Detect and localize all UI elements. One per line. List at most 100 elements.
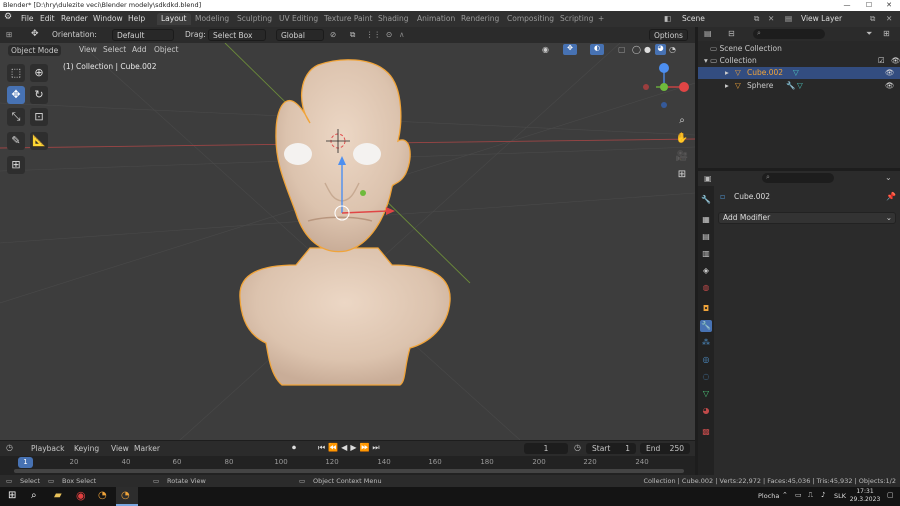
scene-copy-icon[interactable]: ⧉ [754, 14, 759, 24]
playhead[interactable]: 1 [18, 457, 33, 468]
outliner-editor-icon[interactable]: ▤ [704, 29, 712, 38]
gizmo-toggle-icon[interactable]: ✥ [563, 44, 577, 55]
transform-gizmo-icon[interactable]: ✥ [31, 28, 39, 40]
menu-help[interactable]: Help [128, 14, 145, 23]
zoom-icon[interactable]: ⌕ [674, 113, 690, 129]
tool-tab-icon[interactable]: 🔧 [700, 194, 712, 206]
physics-tab-icon[interactable]: ◎ [700, 354, 712, 366]
tab-layout[interactable]: Layout [157, 13, 191, 25]
collapse-chevron-icon[interactable]: ⌄ [885, 173, 892, 182]
outliner-row-sphere[interactable]: ▸ ▽ Sphere 🔧 ▽ 👁 [698, 80, 900, 92]
filter-icon[interactable]: ⏷ [866, 29, 872, 39]
material-tab-icon[interactable]: ◕ [700, 405, 712, 417]
pin-icon[interactable]: 📌 [886, 192, 896, 201]
tab-sculpting[interactable]: Sculpting [233, 13, 276, 25]
tab-modeling[interactable]: Modeling [191, 13, 233, 25]
expand-arrow-icon[interactable]: ▸ [725, 81, 729, 90]
blender-app-icon[interactable]: ◔ [98, 490, 107, 501]
outliner-row-cube[interactable]: ▸ ▽ Cube.002 ▽ 👁 [698, 67, 900, 79]
volume-icon[interactable]: ♪ [821, 491, 825, 499]
particles-tab-icon[interactable]: ⁂ [700, 337, 712, 349]
menu-file[interactable]: File [21, 14, 34, 23]
tab-shading[interactable]: Shading [374, 13, 412, 25]
properties-editor-icon[interactable]: ▣ [704, 174, 712, 183]
pivot-icon[interactable]: ⊘ [330, 29, 336, 41]
options-dropdown[interactable]: Options [649, 29, 688, 41]
tray-up-icon[interactable]: ⌃ [782, 491, 788, 499]
visibility-icon[interactable]: ◉ [542, 45, 549, 54]
eye-icon[interactable]: 👁 [885, 68, 895, 77]
collection-row[interactable]: ▾ ▭ Collection ☑ 👁 [704, 56, 900, 65]
scene-collection-row[interactable]: ▭ Scene Collection [710, 44, 782, 53]
expand-arrow-icon[interactable]: ▸ [725, 68, 729, 77]
add-modifier-dropdown[interactable]: Add Modifier ⌄ [718, 212, 896, 224]
transform-tool-icon[interactable]: ⊡ [30, 108, 48, 126]
overlay-toggle-icon[interactable]: ◐ [590, 44, 604, 55]
new-collection-icon[interactable]: ⊞ [883, 29, 890, 38]
rotate-tool-icon[interactable]: ↻ [30, 86, 48, 104]
wireframe-shading-icon[interactable]: ◯ [632, 45, 641, 54]
minimize-button[interactable]: — [836, 0, 858, 11]
current-frame-field[interactable]: 1 [524, 443, 568, 454]
scale-tool-icon[interactable]: ⤡ [7, 108, 25, 126]
tray-status-icon[interactable]: ▭ [795, 491, 802, 499]
tab-uv-editing[interactable]: UV Editing [275, 13, 322, 25]
solid-shading-icon[interactable]: ● [644, 45, 651, 54]
tab-animation[interactable]: Animation [413, 13, 459, 25]
constraints-tab-icon[interactable]: ◌ [700, 371, 712, 383]
close-window-button[interactable]: ✕ [878, 0, 900, 11]
playback-controls-icon[interactable]: ⏮⏪◀▶⏩⏭ [318, 443, 383, 453]
outliner-search-input[interactable]: ⌕ [753, 29, 825, 39]
menu-marker[interactable]: Marker [134, 444, 160, 453]
blender-logo-icon[interactable]: ⚙ [4, 12, 12, 22]
view-layer-tab-icon[interactable]: ▥ [700, 248, 712, 260]
timeline-scrollbar[interactable] [14, 469, 684, 473]
scene-close-icon[interactable]: ✕ [768, 14, 774, 23]
move-tool-icon[interactable]: ✥ [7, 86, 25, 104]
scene-icon[interactable]: ◧ [664, 14, 671, 23]
end-frame-field[interactable]: End 250 [640, 443, 690, 454]
measure-tool-icon[interactable]: 📐 [30, 132, 48, 150]
object-tab-icon[interactable]: ◘ [700, 303, 712, 315]
orientation-dropdown[interactable]: Default [112, 29, 174, 41]
menu-view-timeline[interactable]: View [111, 444, 129, 453]
cursor-tool-icon[interactable]: ⊕ [30, 64, 48, 82]
menu-object[interactable]: Object [154, 45, 178, 54]
add-cube-tool-icon[interactable]: ⊞ [7, 156, 25, 174]
material-shading-icon[interactable]: ◕ [655, 44, 666, 55]
proportional-edit-icon[interactable]: ⊙ [386, 29, 392, 41]
scene-tab-icon[interactable]: ◈ [700, 265, 712, 277]
world-tab-icon[interactable]: ◍ [700, 282, 712, 294]
menu-render[interactable]: Render [61, 14, 88, 23]
file-explorer-icon[interactable]: ▰ [54, 490, 62, 501]
modifier-tab-icon[interactable]: 🔧 [700, 320, 712, 332]
network-icon[interactable]: ⎍ [808, 491, 813, 500]
view-layer-close-icon[interactable]: ✕ [886, 14, 892, 23]
menu-window[interactable]: Window [93, 14, 123, 23]
snap-target-icon[interactable]: ⋮⋮ [366, 29, 381, 41]
windows-start-icon[interactable]: ⊞ [8, 490, 16, 501]
display-mode-icon[interactable]: ⊟ [728, 29, 735, 38]
eye-icon[interactable]: 👁 [891, 56, 900, 65]
texture-tab-icon[interactable]: ▩ [700, 426, 712, 438]
clock-icon[interactable]: ◷ [574, 443, 581, 452]
tab-scripting[interactable]: Scripting [556, 13, 597, 25]
record-icon[interactable]: ⏺ [292, 443, 296, 453]
notifications-icon[interactable]: ▢ [887, 491, 894, 499]
maximize-button[interactable]: ☐ [858, 0, 880, 11]
checkbox-icon[interactable]: ☑ [878, 56, 885, 65]
rendered-shading-icon[interactable]: ◔ [669, 45, 676, 54]
clock-area[interactable]: 17:31 29.3.2023 [848, 488, 882, 504]
menu-playback[interactable]: Playback [31, 444, 64, 453]
add-workspace-button[interactable]: + [594, 13, 608, 25]
select-tool-icon[interactable]: ⬚ [7, 64, 25, 82]
desktop-label[interactable]: Plocha [758, 492, 779, 500]
menu-select[interactable]: Select [103, 45, 126, 54]
camera-view-icon[interactable]: 🎥 [674, 149, 690, 165]
annotate-tool-icon[interactable]: ✎ [7, 132, 25, 150]
editor-type-icon[interactable]: ⊞ [6, 29, 12, 41]
menu-add[interactable]: Add [132, 45, 147, 54]
expand-arrow-icon[interactable]: ▾ [704, 56, 708, 65]
tab-compositing[interactable]: Compositing [503, 13, 558, 25]
tab-rendering[interactable]: Rendering [457, 13, 503, 25]
